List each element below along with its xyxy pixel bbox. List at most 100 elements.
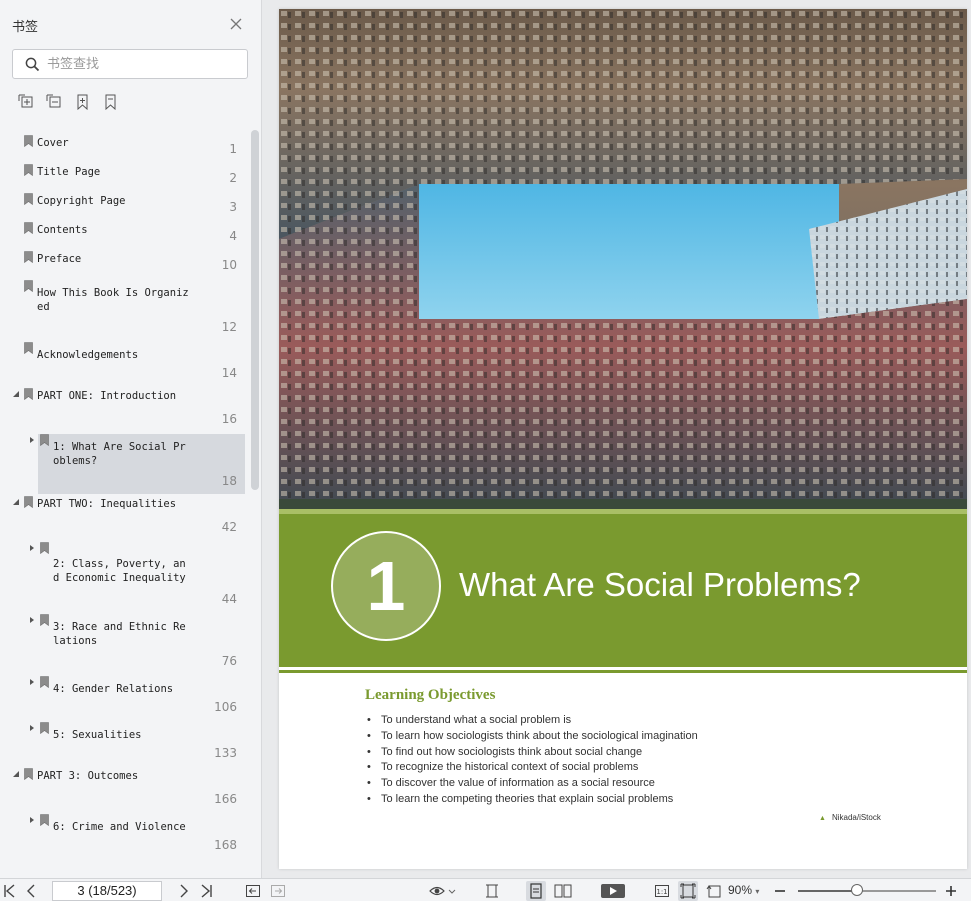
last-page-icon[interactable] — [200, 883, 214, 899]
bookmark-label: PART ONE: Introduction — [37, 390, 177, 402]
bookmark-page-number: 168 — [214, 838, 237, 852]
bookmark-label: Acknowledgements — [37, 349, 139, 361]
bookmark-item[interactable]: How This Book Is Organiz ed 12 — [0, 280, 250, 342]
bookmark-page-number: 44 — [221, 592, 237, 606]
bookmark-page-number: 16 — [221, 412, 237, 426]
bookmark-search[interactable] — [12, 49, 248, 79]
cover-photo — [279, 9, 967, 509]
svg-text:1:1: 1:1 — [656, 888, 667, 896]
expand-arrow-icon[interactable] — [28, 544, 36, 552]
bookmark-flag-icon — [24, 135, 33, 147]
bookmark-page-number: 42 — [221, 520, 237, 534]
expand-arrow-icon[interactable] — [28, 616, 36, 624]
bookmark-item[interactable]: PART 3: Outcomes 166 — [0, 768, 250, 814]
bookmark-page-number: 166 — [214, 792, 237, 806]
bottom-toolbar: 3 (18/523) 1:1 90% ▾ — [0, 878, 971, 901]
bookmark-tools — [18, 94, 119, 110]
bookmark-item[interactable]: 1: What Are Social Pr oblems? 18 — [0, 434, 250, 496]
bookmark-item[interactable]: 4: Gender Relations 106 — [0, 676, 250, 722]
expand-arrow-icon[interactable] — [28, 724, 36, 732]
bookmark-item[interactable]: Copyright Page 3 — [0, 193, 250, 222]
collapse-arrow-icon[interactable] — [12, 770, 20, 778]
first-page-icon[interactable] — [2, 883, 16, 899]
photo-credit: ▲ Nikada/iStock — [819, 813, 881, 822]
objective-item: To recognize the historical context of s… — [367, 760, 698, 776]
chevron-down-icon: ▾ — [755, 887, 760, 896]
bookmark-flag-icon — [24, 222, 33, 234]
bookmark-flag-icon — [24, 342, 33, 354]
zoom-value: 90% — [728, 883, 753, 897]
objective-item: To understand what a social problem is — [367, 713, 698, 729]
bookmark-item[interactable]: PART TWO: Inequalities 42 — [0, 496, 250, 542]
bookmark-page-number: 76 — [221, 654, 237, 668]
bookmark-item[interactable]: Acknowledgements 14 — [0, 342, 250, 388]
collapse-arrow-icon[interactable] — [12, 498, 20, 506]
bookmark-item[interactable]: 5: Sexualities 133 — [0, 722, 250, 768]
collapse-all-icon[interactable] — [46, 94, 63, 110]
bookmark-label: Title Page — [37, 166, 101, 178]
expand-arrow-icon[interactable] — [28, 816, 36, 824]
expand-arrow-icon[interactable] — [28, 436, 36, 444]
bookmark-icon[interactable] — [102, 94, 119, 110]
bookmark-item[interactable]: PART ONE: Introduction 16 — [0, 388, 250, 434]
bookmark-flag-icon — [24, 388, 33, 400]
page-number-input[interactable]: 3 (18/523) — [52, 881, 162, 901]
bookmark-flag-icon — [40, 676, 49, 688]
fit-page-icon[interactable] — [678, 881, 698, 901]
bookmark-label: How This Book Is Organiz ed — [37, 287, 189, 313]
expand-arrow-icon[interactable] — [28, 678, 36, 686]
bookmark-label: 2: Class, Poverty, an d Economic Inequal… — [53, 558, 186, 584]
bookmark-panel: 书签 Cover 1 Title Page 2 Copyright Page 3 Conte… — [0, 0, 262, 878]
bookmark-flag-icon — [24, 280, 33, 292]
bookmark-item[interactable]: Preface 10 — [0, 251, 250, 280]
search-input[interactable] — [47, 55, 237, 73]
bookmark-item[interactable]: 3: Race and Ethnic Re lations 76 — [0, 614, 250, 676]
bookmark-flag-icon — [24, 768, 33, 780]
bookmark-page-number: 4 — [229, 229, 237, 243]
bookmark-item[interactable]: 6: Crime and Violence 168 — [0, 814, 250, 860]
actual-size-icon[interactable]: 1:1 — [654, 883, 670, 899]
bookmark-page-number: 12 — [221, 320, 237, 334]
bookmark-flag-icon — [40, 542, 49, 554]
document-viewport[interactable]: 1 What Are Social Problems? Learning Obj… — [263, 0, 971, 878]
bookmark-flag-icon — [40, 614, 49, 626]
single-page-icon[interactable] — [526, 881, 546, 901]
chapter-title: What Are Social Problems? — [459, 566, 861, 603]
bookmark-label: 4: Gender Relations — [53, 683, 174, 695]
eye-icon[interactable] — [428, 883, 456, 899]
zoom-slider-thumb[interactable] — [851, 884, 864, 896]
bookmark-flag-icon — [24, 164, 33, 176]
search-icon — [25, 57, 40, 72]
objective-item: To learn the competing theories that exp… — [367, 792, 698, 808]
collapse-arrow-icon[interactable] — [12, 390, 20, 398]
sidebar-scrollbar[interactable] — [251, 130, 259, 490]
add-bookmark-icon[interactable] — [74, 94, 91, 110]
rotate-icon[interactable] — [706, 883, 724, 899]
close-icon[interactable] — [229, 17, 243, 31]
bookmark-label: 5: Sexualities — [53, 729, 142, 741]
fit-width-icon[interactable] — [484, 883, 500, 899]
bookmark-item[interactable]: Title Page 2 — [0, 164, 250, 193]
bookmark-page-number: 14 — [221, 366, 237, 380]
bookmark-item[interactable]: 2: Class, Poverty, an d Economic Inequal… — [0, 542, 250, 614]
panel-title: 书签 — [12, 20, 39, 35]
bookmark-page-number: 10 — [221, 258, 237, 272]
next-page-icon[interactable] — [177, 883, 191, 899]
play-icon[interactable] — [600, 883, 626, 899]
zoom-in-icon[interactable] — [944, 883, 958, 899]
objective-item: To learn how sociologists think about th… — [367, 729, 698, 745]
bookmark-page-number: 18 — [221, 474, 237, 488]
bookmark-flag-icon — [40, 814, 49, 826]
bookmark-label: 6: Crime and Violence — [53, 821, 186, 833]
bookmark-item[interactable]: Cover 1 — [0, 135, 250, 164]
forward-icon[interactable] — [270, 883, 286, 899]
back-icon[interactable] — [245, 883, 261, 899]
prev-page-icon[interactable] — [24, 883, 38, 899]
bookmark-label: 1: What Are Social Pr oblems? — [53, 441, 186, 467]
zoom-level[interactable]: 90% ▾ — [728, 883, 759, 897]
expand-all-icon[interactable] — [18, 94, 35, 110]
zoom-out-icon[interactable] — [773, 883, 787, 899]
bookmark-flag-icon — [24, 496, 33, 508]
two-page-icon[interactable] — [553, 883, 573, 899]
bookmark-item[interactable]: Contents 4 — [0, 222, 250, 251]
